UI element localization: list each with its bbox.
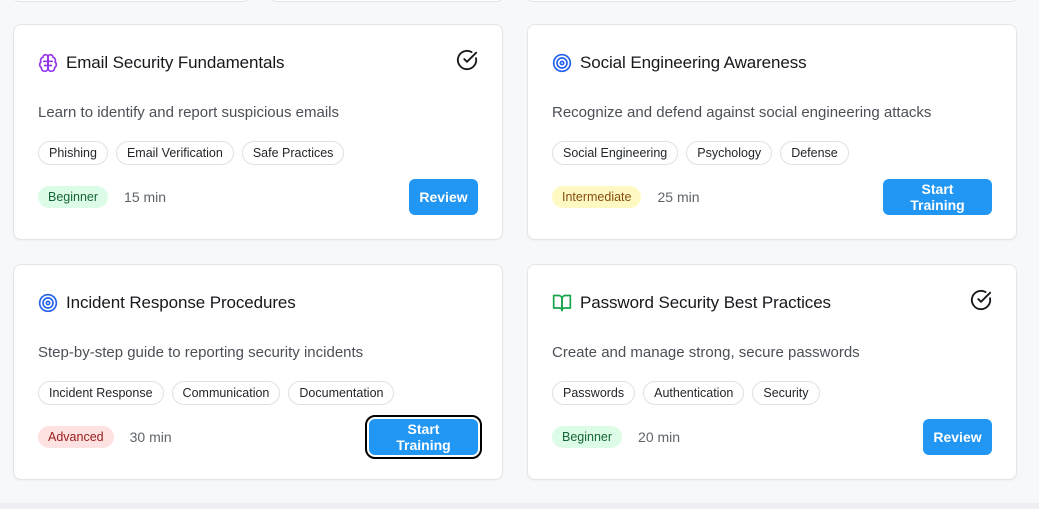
duration: 30 min — [129, 429, 172, 445]
card-meta: Advanced 30 min — [38, 426, 172, 448]
tag: Social Engineering — [552, 141, 679, 165]
tag: Communication — [171, 381, 281, 405]
card-meta: Intermediate 25 min — [552, 186, 700, 208]
tag: Passwords — [552, 381, 636, 405]
tag: Incident Response — [38, 381, 164, 405]
card-header: Social Engineering Awareness — [552, 53, 807, 73]
tag: Documentation — [288, 381, 395, 405]
tag-list: Passwords Authentication Security — [552, 381, 820, 405]
start-training-button[interactable]: Start Training — [883, 179, 992, 215]
tag: Defense — [780, 141, 849, 165]
book-open-icon — [552, 293, 572, 313]
card-header: Password Security Best Practices — [552, 293, 831, 313]
card-title: Password Security Best Practices — [580, 293, 831, 312]
review-button[interactable]: Review — [923, 419, 992, 455]
training-card: Password Security Best Practices Create … — [527, 264, 1017, 480]
tag: Safe Practices — [241, 141, 345, 165]
check-circle-icon — [456, 49, 478, 71]
previous-card-edge — [527, 0, 1017, 2]
level-badge: Intermediate — [552, 186, 642, 208]
tag: Authentication — [643, 381, 745, 405]
card-meta: Beginner 20 min — [552, 426, 680, 448]
card-description: Learn to identify and report suspicious … — [38, 104, 339, 121]
previous-card-edge — [270, 0, 503, 2]
start-training-button[interactable]: Start Training — [365, 415, 482, 459]
card-header: Email Security Fundamentals — [38, 53, 285, 73]
card-title: Email Security Fundamentals — [66, 53, 285, 72]
card-description: Create and manage strong, secure passwor… — [552, 344, 860, 361]
tag-list: Social Engineering Psychology Defense — [552, 141, 849, 165]
card-description: Recognize and defend against social engi… — [552, 104, 932, 121]
card-title: Incident Response Procedures — [66, 293, 296, 312]
page-footer-divider — [0, 503, 1039, 509]
duration: 20 min — [638, 429, 681, 445]
training-card: Social Engineering Awareness Recognize a… — [527, 24, 1017, 240]
duration: 15 min — [124, 189, 167, 205]
level-badge: Advanced — [38, 426, 114, 448]
card-title: Social Engineering Awareness — [580, 53, 807, 72]
tag-list: Incident Response Communication Document… — [38, 381, 395, 405]
target-icon — [552, 53, 572, 73]
brain-icon — [38, 53, 58, 73]
training-card: Incident Response Procedures Step-by-ste… — [13, 264, 503, 480]
target-icon — [38, 293, 58, 313]
duration: 25 min — [657, 189, 700, 205]
card-header: Incident Response Procedures — [38, 293, 296, 313]
tag: Security — [752, 381, 820, 405]
tag: Email Verification — [115, 141, 234, 165]
training-card: Email Security Fundamentals Learn to ide… — [13, 24, 503, 240]
previous-card-edge — [13, 0, 249, 2]
card-meta: Beginner 15 min — [38, 186, 166, 208]
tag: Psychology — [686, 141, 773, 165]
tag-list: Phishing Email Verification Safe Practic… — [38, 141, 345, 165]
card-description: Step-by-step guide to reporting security… — [38, 344, 364, 361]
check-circle-icon — [970, 289, 992, 311]
review-button[interactable]: Review — [409, 179, 478, 215]
level-badge: Beginner — [552, 426, 623, 448]
level-badge: Beginner — [38, 186, 109, 208]
tag: Phishing — [38, 141, 108, 165]
